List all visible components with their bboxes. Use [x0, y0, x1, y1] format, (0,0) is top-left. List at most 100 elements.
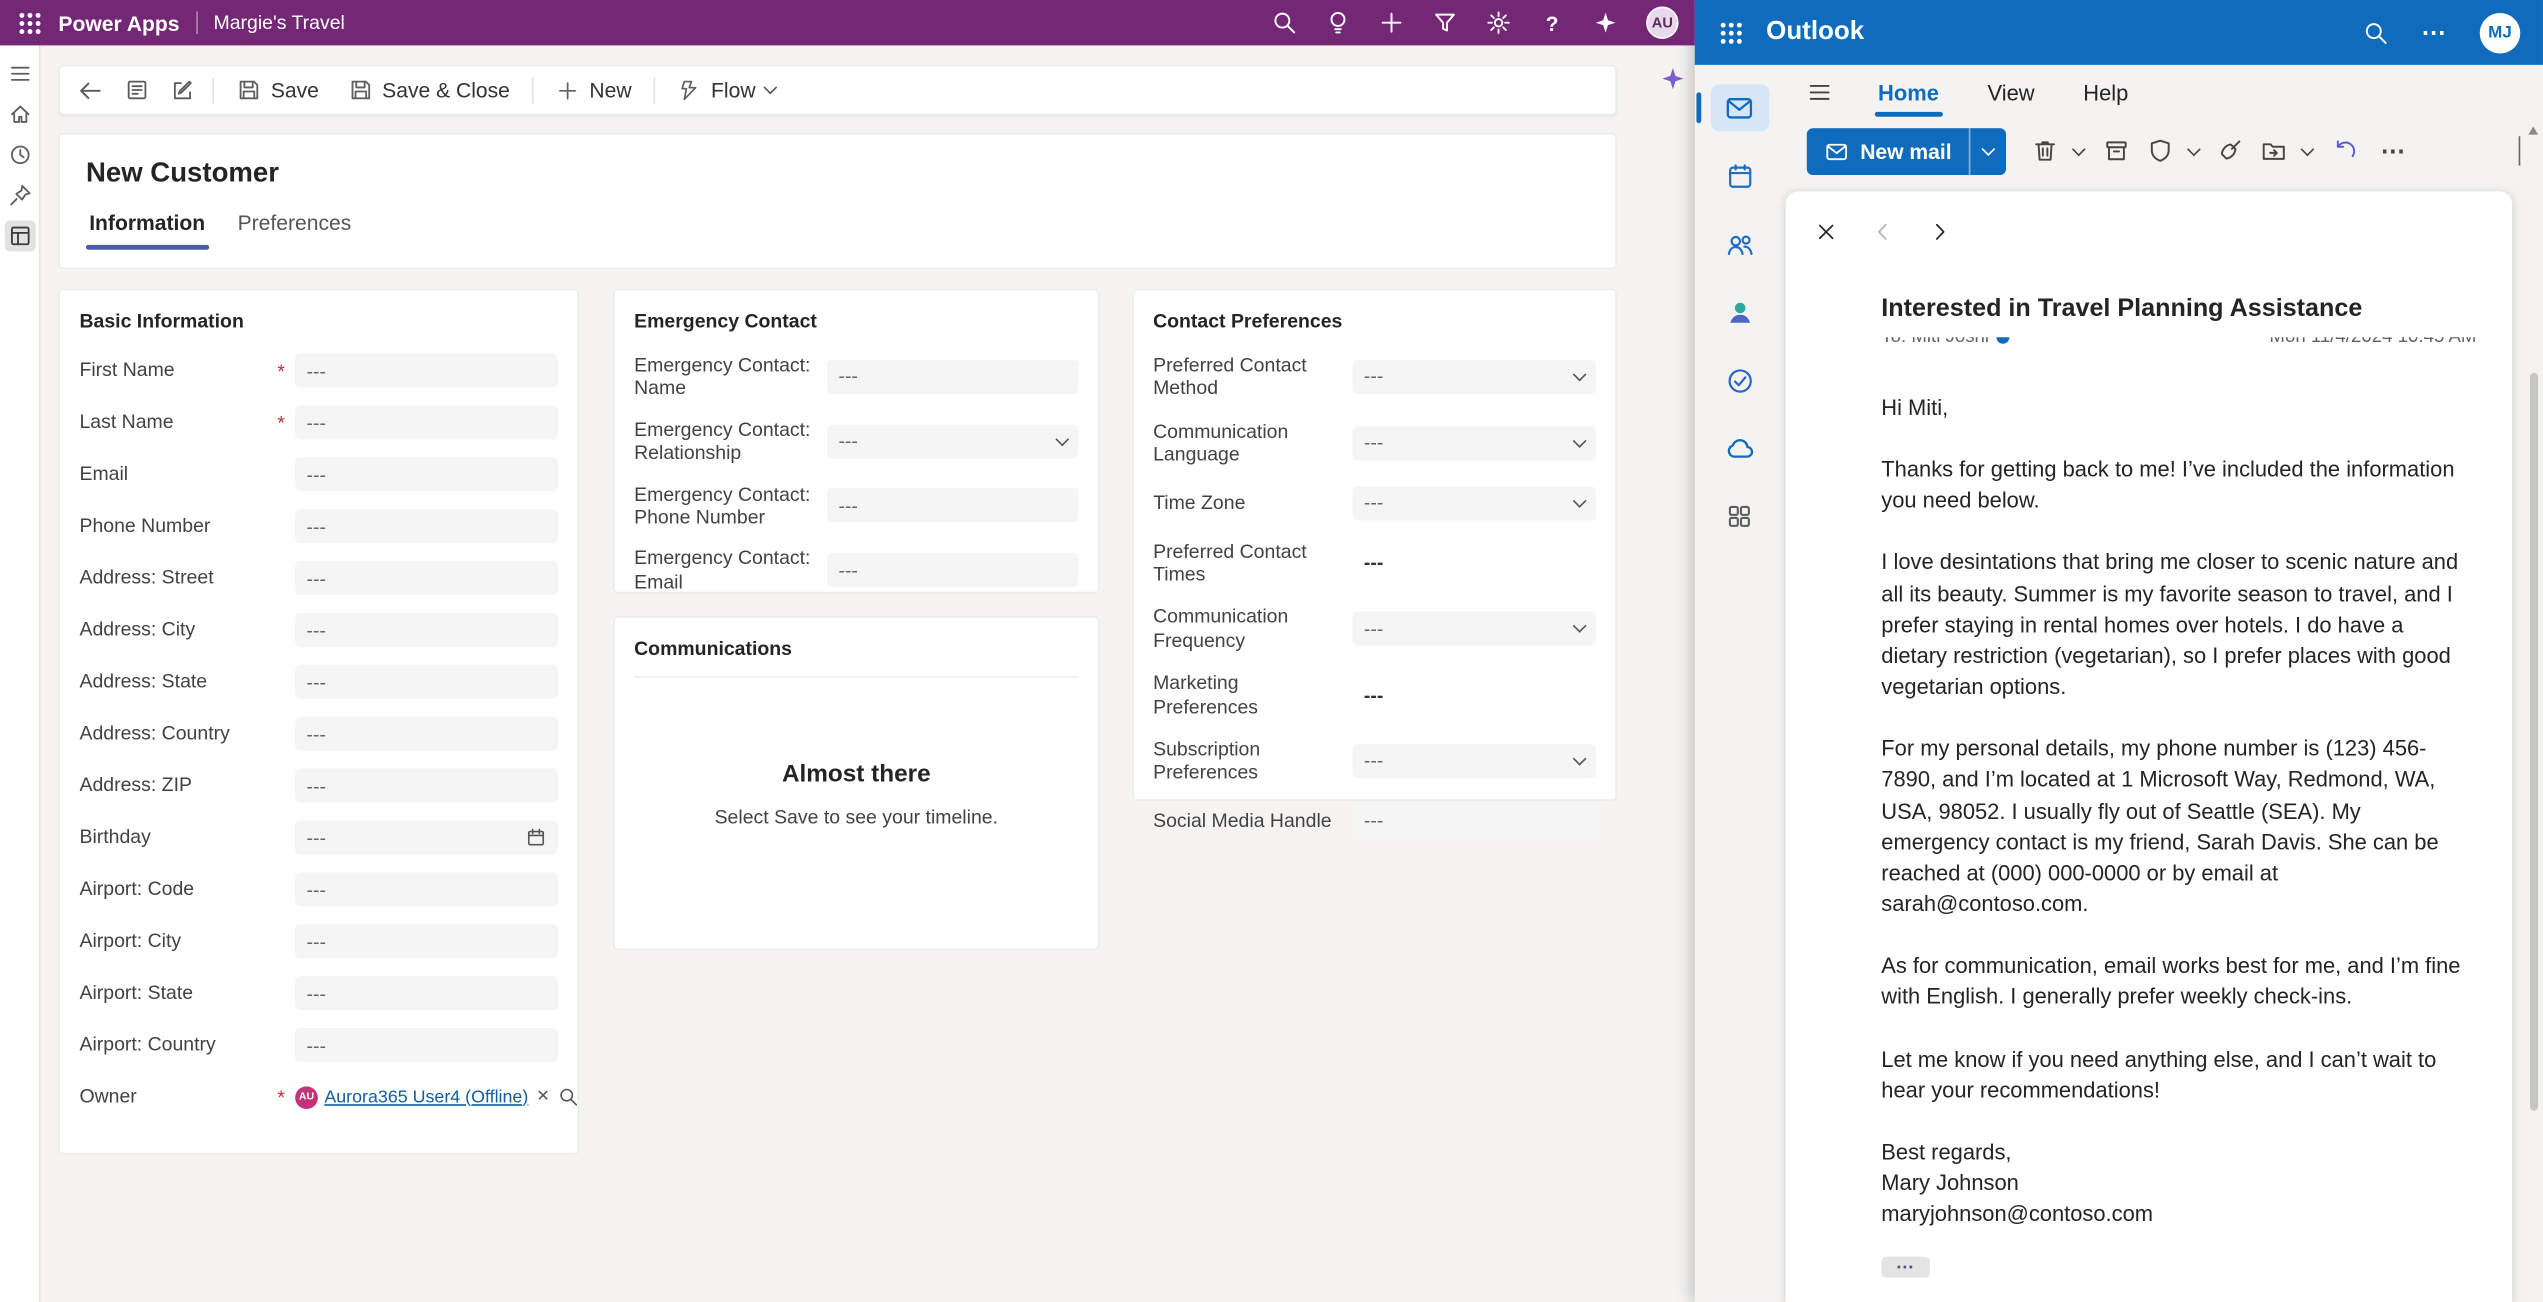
lightbulb-icon[interactable]: [1325, 10, 1351, 36]
airport-country-input[interactable]: ---: [295, 1027, 558, 1063]
mail-nav-icon[interactable]: [1695, 84, 1769, 132]
scrollbar-up-arrow[interactable]: [2528, 126, 2539, 135]
close-icon[interactable]: [1808, 214, 1844, 250]
birthday-date-input[interactable]: ---: [295, 820, 558, 855]
new-record-button[interactable]: New: [544, 71, 645, 108]
undo-icon[interactable]: [2327, 130, 2363, 172]
delete-icon[interactable]: [2028, 130, 2064, 172]
save-close-icon: [348, 78, 372, 102]
pinned-icon[interactable]: [4, 180, 35, 211]
tab-information[interactable]: Information: [85, 211, 208, 250]
required-asterisk: *: [277, 359, 285, 382]
tab-preferences[interactable]: Preferences: [234, 211, 354, 250]
phone-number-input[interactable]: ---: [295, 509, 558, 544]
more-apps-icon[interactable]: [1710, 493, 1768, 540]
signature-line: Mary Johnson: [1881, 1170, 2019, 1195]
airport-code-input[interactable]: ---: [295, 872, 558, 907]
field-preferred-contact-times: Preferred Contact Times ---: [1153, 539, 1596, 586]
owner-search-icon[interactable]: [558, 1086, 579, 1107]
address-state-input[interactable]: ---: [295, 664, 558, 699]
help-icon[interactable]: ?: [1539, 10, 1565, 36]
edit-form-icon[interactable]: [161, 71, 203, 110]
todo-nav-icon[interactable]: [1710, 357, 1768, 404]
airport-state-input[interactable]: ---: [295, 976, 558, 1011]
subscription-preferences-select[interactable]: ---: [1352, 743, 1596, 778]
move-to-folder-icon[interactable]: [2257, 130, 2293, 172]
recent-clock-icon[interactable]: [4, 139, 35, 170]
more-options-icon[interactable]: ⋯: [2421, 19, 2447, 45]
filter-icon[interactable]: [1432, 10, 1458, 36]
scrollbar-thumb[interactable]: [2530, 372, 2539, 1111]
more-commands-icon[interactable]: ⋯: [2371, 136, 2416, 166]
app-name[interactable]: Margie's Travel: [214, 11, 345, 34]
back-icon[interactable]: [70, 71, 112, 110]
sitemap-toggle-icon[interactable]: [4, 58, 35, 89]
form-switcher-icon[interactable]: [115, 71, 157, 110]
emergency-contact-email-input[interactable]: ---: [827, 553, 1079, 588]
sweep-icon[interactable]: [2213, 130, 2249, 172]
tab-view[interactable]: View: [1984, 69, 2038, 116]
remove-owner-icon[interactable]: ✕: [535, 1088, 552, 1105]
tab-home[interactable]: Home: [1874, 69, 1942, 116]
hamburger-menu-icon[interactable]: [1807, 79, 1833, 105]
app-launcher-icon[interactable]: [16, 10, 42, 36]
account-avatar[interactable]: MJ: [2479, 12, 2521, 53]
copilot-icon[interactable]: [1593, 10, 1619, 36]
save-button[interactable]: Save: [224, 71, 332, 108]
app-launcher-icon[interactable]: [1717, 19, 1743, 45]
account-avatar[interactable]: AU: [1646, 6, 1679, 39]
airport-city-input[interactable]: ---: [295, 924, 558, 959]
owner-lookup-control[interactable]: AU Aurora365 User4 (Offline) ✕: [295, 1080, 578, 1114]
first-name-input[interactable]: ---: [295, 353, 558, 388]
home-icon[interactable]: [4, 99, 35, 130]
move-to-dropdown-chevron[interactable]: [2301, 142, 2315, 156]
field-last-name: Last Name * ---: [79, 405, 558, 440]
current-table-icon[interactable]: [4, 220, 35, 252]
marketing-preferences-value[interactable]: ---: [1353, 683, 1596, 706]
groups-nav-icon[interactable]: [1710, 289, 1768, 336]
search-icon[interactable]: [2363, 19, 2389, 45]
onedrive-nav-icon[interactable]: [1710, 425, 1768, 472]
search-icon[interactable]: [1271, 10, 1297, 36]
emergency-contact-name-input[interactable]: ---: [827, 359, 1079, 394]
report-shield-icon[interactable]: [2142, 130, 2178, 172]
settings-gear-icon[interactable]: [1486, 10, 1512, 36]
next-message-icon[interactable]: [1922, 214, 1958, 250]
last-name-input[interactable]: ---: [295, 405, 558, 440]
email-input[interactable]: ---: [295, 457, 558, 492]
delete-dropdown-chevron[interactable]: [2073, 142, 2086, 156]
address-zip-input[interactable]: ---: [295, 768, 558, 803]
emergency-contact-phone-input[interactable]: ---: [827, 488, 1079, 523]
address-street-input[interactable]: ---: [295, 561, 558, 596]
to-line[interactable]: To: Miti Joshi: [1881, 337, 1989, 347]
address-city-input[interactable]: ---: [295, 612, 558, 647]
preferred-contact-times-value[interactable]: ---: [1353, 551, 1596, 574]
communication-frequency-select[interactable]: ---: [1352, 611, 1596, 646]
ribbon-collapse-icon[interactable]: [2518, 136, 2521, 166]
calendar-nav-icon[interactable]: [1710, 152, 1768, 199]
save-icon: [237, 78, 261, 102]
social-media-handle-input[interactable]: ---: [1352, 803, 1596, 838]
flow-button[interactable]: Flow: [666, 71, 788, 108]
time-zone-select[interactable]: ---: [1352, 485, 1596, 520]
field-label: Email: [79, 462, 129, 486]
communication-language-select[interactable]: ---: [1352, 425, 1596, 460]
scrollbar[interactable]: [2527, 120, 2542, 1302]
owner-record-link[interactable]: Aurora365 User4 (Offline): [324, 1087, 528, 1106]
chevron-down-icon: [1572, 367, 1587, 382]
address-country-input[interactable]: ---: [295, 716, 558, 751]
people-nav-icon[interactable]: [1710, 221, 1768, 268]
save-and-close-button[interactable]: Save & Close: [335, 71, 523, 108]
new-mail-dropdown[interactable]: [1969, 127, 2007, 175]
archive-icon[interactable]: [2098, 130, 2134, 172]
preferred-contact-method-select[interactable]: ---: [1352, 359, 1596, 394]
calendar-icon[interactable]: [525, 827, 546, 848]
new-mail-button[interactable]: New mail: [1806, 127, 1970, 175]
quick-create-icon[interactable]: [1379, 10, 1405, 36]
show-trimmed-content-button[interactable]: ⋯: [1881, 1257, 1930, 1279]
tab-help[interactable]: Help: [2080, 69, 2132, 116]
copilot-pane-toggle-icon[interactable]: [1657, 63, 1686, 92]
report-dropdown-chevron[interactable]: [2187, 142, 2200, 156]
emergency-contact-relationship-select[interactable]: ---: [827, 424, 1079, 459]
previous-message-icon[interactable]: [1865, 214, 1901, 250]
